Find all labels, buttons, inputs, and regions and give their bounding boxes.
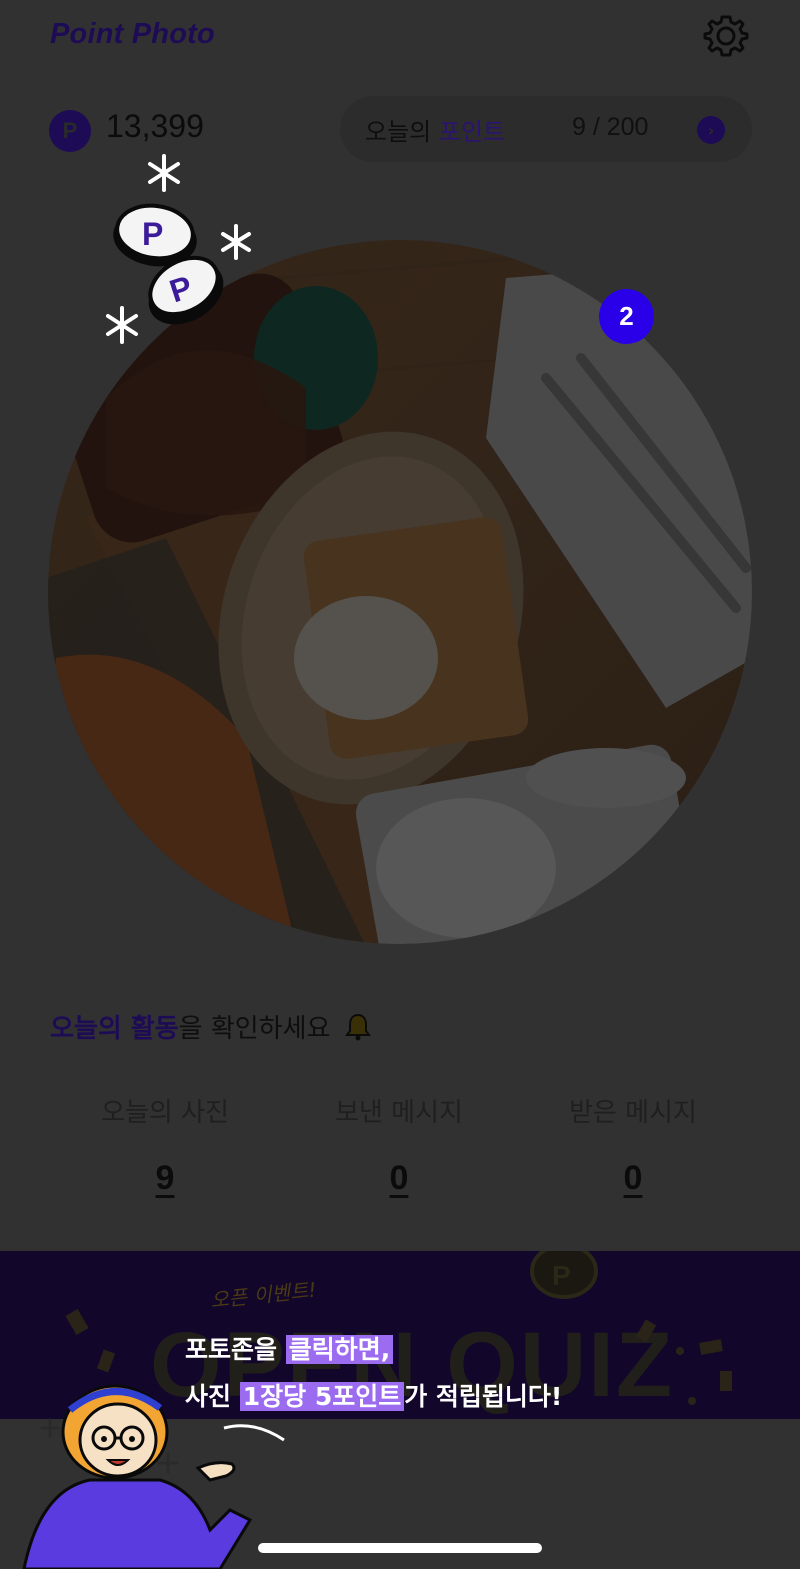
guide-character-illustration — [22, 1384, 285, 1569]
svg-text:P: P — [552, 1260, 571, 1291]
today-points-label: 오늘의 포인트 — [365, 112, 505, 147]
today-points-label-highlight: 포인트 — [438, 118, 506, 146]
tooltip-line-1-text: 포토존을 — [185, 1335, 286, 1364]
coins-sparkle-icon: P P — [106, 154, 251, 344]
activity-title: 오늘의 활동을 확인하세요 — [50, 1008, 371, 1045]
stat-value[interactable]: 9 — [156, 1159, 175, 1198]
stat-value[interactable]: 0 — [390, 1159, 409, 1198]
today-points-label-prefix: 오늘의 — [365, 118, 432, 146]
stat-received-messages: 받은 메시지 0 — [518, 1092, 748, 1198]
point-coin-icon: P — [49, 110, 91, 152]
stat-sent-messages: 보낸 메시지 0 — [284, 1092, 514, 1198]
home-indicator[interactable] — [258, 1543, 542, 1553]
point-total: 13,399 — [106, 108, 204, 144]
app-title: Point Photo — [50, 18, 215, 50]
gear-icon — [703, 15, 749, 57]
tooltip-line-1: 포토존을 클릭하면, — [0, 1330, 800, 1366]
activity-title-rest: 을 확인하세요 — [178, 1014, 331, 1044]
stat-label: 오늘의 사진 — [101, 1098, 229, 1128]
bell-icon — [344, 1013, 371, 1041]
tooltip-line-1-highlight: 클릭하면, — [285, 1335, 394, 1364]
photo-count-badge: 2 — [599, 289, 654, 344]
stat-label: 받은 메시지 — [569, 1098, 697, 1128]
chevron-right-icon[interactable]: › — [697, 116, 725, 144]
stat-value[interactable]: 0 — [624, 1159, 643, 1198]
svg-text:P: P — [142, 216, 163, 252]
today-points-count: 9 / 200 — [572, 113, 649, 141]
point-coin-letter: P — [62, 118, 78, 143]
activity-title-highlight: 오늘의 활동 — [50, 1014, 179, 1044]
today-points-pill[interactable]: 오늘의 포인트 9 / 200 › — [340, 96, 752, 162]
tooltip-line-2-suffix: 가 적립됩니다! — [404, 1382, 563, 1411]
stat-label: 보낸 메시지 — [335, 1098, 463, 1128]
stat-today-photos: 오늘의 사진 9 — [50, 1092, 280, 1198]
settings-button[interactable] — [702, 12, 750, 60]
